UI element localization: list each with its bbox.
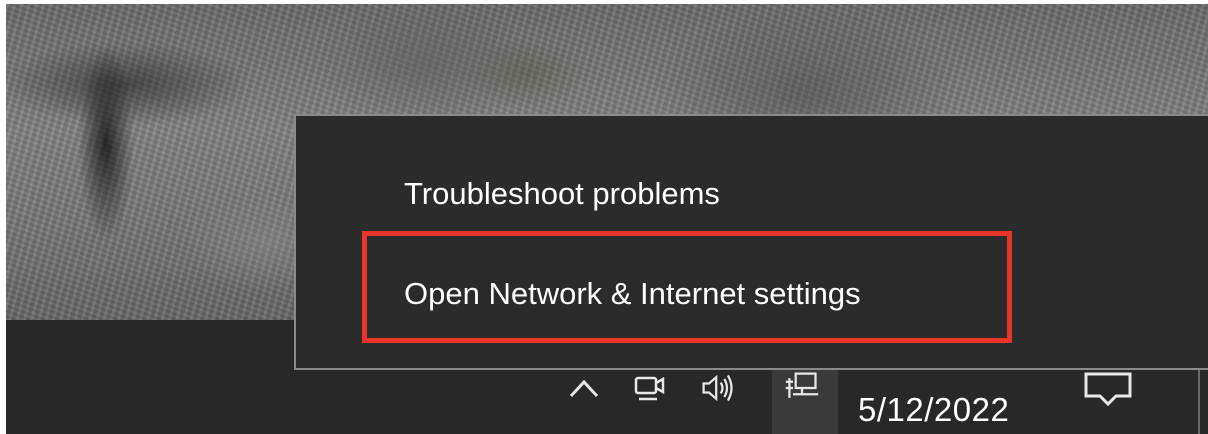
- desktop-screen: 5/12/2022 Troubleshoot problems Open Net…: [0, 0, 1208, 434]
- meet-now-camera-icon[interactable]: [632, 368, 668, 408]
- menu-item-troubleshoot-problems[interactable]: Troubleshoot problems: [404, 174, 720, 214]
- taskbar-clock-date[interactable]: 5/12/2022: [858, 390, 1038, 430]
- system-tray: 5/12/2022: [0, 360, 1208, 434]
- annotation-highlight-box: [362, 231, 1012, 343]
- speaker-volume-icon[interactable]: [700, 368, 736, 408]
- network-context-menu: Troubleshoot problems Open Network & Int…: [294, 114, 1208, 370]
- network-ethernet-icon[interactable]: [784, 368, 820, 408]
- notification-icon[interactable]: [1078, 370, 1138, 410]
- chevron-up-icon[interactable]: [566, 368, 602, 408]
- show-desktop-divider[interactable]: [1198, 360, 1200, 434]
